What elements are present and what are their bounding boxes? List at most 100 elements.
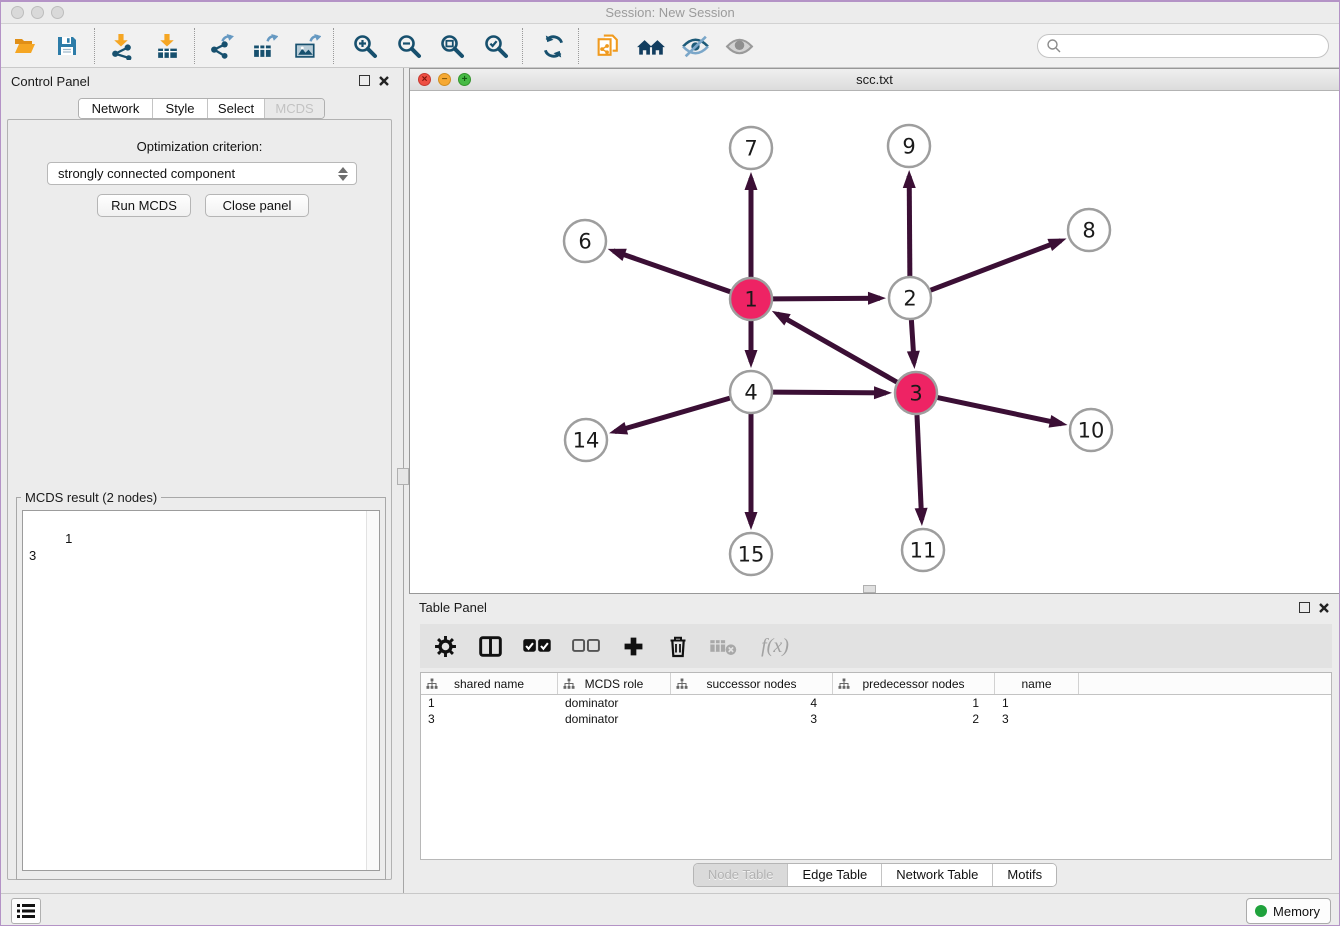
cell-successor-nodes[interactable]: 4	[671, 695, 833, 711]
edge-3-10[interactable]	[938, 398, 1062, 424]
column-label: shared name	[454, 677, 524, 691]
edge-2-8[interactable]	[931, 241, 1061, 291]
app-title: Session: New Session	[1, 2, 1339, 23]
cell-name[interactable]: 3	[995, 711, 1079, 727]
fx-label: f(x)	[761, 635, 789, 658]
clone-network-file-icon[interactable]	[588, 28, 628, 64]
column-header-shared-name[interactable]: shared name	[421, 673, 558, 694]
export-network-icon[interactable]	[201, 28, 241, 64]
cell-MCDS-role[interactable]: dominator	[558, 711, 671, 727]
tab-style[interactable]: Style	[152, 99, 207, 118]
network-window-titlebar[interactable]: × − + scc.txt	[410, 69, 1339, 91]
import-table-icon[interactable]	[147, 28, 187, 64]
delete-table-icon[interactable]	[708, 632, 738, 660]
edge-1-2[interactable]	[773, 298, 880, 299]
frame-minimize-icon[interactable]: −	[438, 73, 451, 86]
function-builder-icon[interactable]: f(x)	[753, 632, 797, 660]
table-panel: Table Panel	[409, 596, 1340, 893]
table-panel-tabs: Node TableEdge TableNetwork TableMotifs	[693, 863, 1057, 887]
select-all-checkboxes-icon[interactable]	[520, 632, 554, 660]
criterion-value: strongly connected component	[58, 166, 235, 181]
edge-2-9[interactable]	[909, 176, 910, 276]
node-label-10: 10	[1078, 419, 1105, 443]
zoom-fit-icon[interactable]	[432, 28, 472, 64]
mcds-result-legend: MCDS result (2 nodes)	[21, 490, 161, 505]
column-header-name[interactable]: name	[995, 673, 1079, 694]
column-label: MCDS role	[585, 677, 644, 691]
task-history-list-icon[interactable]	[11, 898, 41, 924]
float-table-panel-icon[interactable]	[1299, 602, 1310, 613]
close-panel-icon[interactable]	[378, 75, 390, 87]
edge-1-6[interactable]	[613, 251, 730, 292]
column-header-successor-nodes[interactable]: successor nodes	[671, 673, 833, 694]
control-panel-tabs: NetworkStyleSelectMCDS	[78, 98, 325, 119]
cell-shared-name[interactable]: 1	[421, 695, 558, 711]
show-all-eye-icon[interactable]	[719, 28, 759, 64]
cell-MCDS-role[interactable]: dominator	[558, 695, 671, 711]
open-session-icon[interactable]	[5, 28, 45, 64]
cell-name[interactable]: 1	[995, 695, 1079, 711]
hide-selected-eye-slash-icon[interactable]	[675, 28, 715, 64]
home-view-icon[interactable]	[631, 28, 671, 64]
app-titlebar: Session: New Session	[1, 2, 1339, 24]
deselect-all-checkboxes-icon[interactable]	[569, 632, 603, 660]
panel-splitter-handle[interactable]	[397, 468, 409, 485]
column-header-MCDS-role[interactable]: MCDS role	[558, 673, 671, 694]
window-close-icon[interactable]	[11, 6, 24, 19]
network-canvas[interactable]: 1234678910111415	[410, 91, 1339, 593]
network-graph[interactable]: 1234678910111415	[410, 91, 1339, 593]
edge-3-1[interactable]	[777, 314, 897, 382]
canvas-splitter-handle[interactable]	[863, 585, 876, 593]
add-column-icon[interactable]	[618, 632, 648, 660]
edge-2-3[interactable]	[911, 320, 914, 363]
close-table-panel-icon[interactable]	[1318, 602, 1330, 614]
table-row[interactable]: 1dominator411	[421, 695, 1331, 711]
window-minimize-icon[interactable]	[31, 6, 44, 19]
cell-predecessor-nodes[interactable]: 2	[833, 711, 995, 727]
tab-mcds[interactable]: MCDS	[264, 99, 324, 118]
zoom-out-icon[interactable]	[389, 28, 429, 64]
tab-edge-table[interactable]: Edge Table	[787, 864, 881, 886]
frame-close-icon[interactable]: ×	[418, 73, 431, 86]
export-image-icon[interactable]	[287, 28, 327, 64]
cell-successor-nodes[interactable]: 3	[671, 711, 833, 727]
node-table: shared name MCDS role successor nodesprede…	[420, 672, 1332, 860]
column-header-predecessor-nodes[interactable]: predecessor nodes	[833, 673, 995, 694]
import-network-icon[interactable]	[101, 28, 141, 64]
edge-4-14[interactable]	[615, 398, 730, 431]
tab-motifs[interactable]: Motifs	[992, 864, 1056, 886]
frame-maximize-icon[interactable]: +	[458, 73, 471, 86]
export-table-icon[interactable]	[244, 28, 284, 64]
tab-network[interactable]: Network	[79, 99, 152, 118]
float-panel-icon[interactable]	[359, 75, 370, 86]
main-toolbar	[1, 24, 1339, 68]
toolbar-separator	[578, 28, 579, 64]
zoom-in-icon[interactable]	[345, 28, 385, 64]
app-window: Session: New Session	[0, 0, 1340, 926]
cell-shared-name[interactable]: 3	[421, 711, 558, 727]
toolbar-separator	[94, 28, 95, 64]
close-panel-button[interactable]: Close panel	[205, 194, 309, 217]
edge-3-11[interactable]	[917, 415, 922, 520]
run-mcds-button[interactable]: Run MCDS	[97, 194, 191, 217]
memory-button[interactable]: Memory	[1246, 898, 1331, 924]
save-session-icon[interactable]	[47, 28, 87, 64]
settings-gear-icon[interactable]	[430, 632, 460, 660]
tab-select[interactable]: Select	[207, 99, 264, 118]
mcds-result-text[interactable]: 1 3	[22, 510, 380, 871]
table-row[interactable]: 3dominator323	[421, 711, 1331, 727]
tab-node-table[interactable]: Node Table	[694, 864, 788, 886]
search-box[interactable]	[1037, 34, 1329, 58]
search-input[interactable]	[1067, 39, 1328, 53]
mcds-tab-content: Optimization criterion: strongly connect…	[7, 119, 392, 880]
cell-predecessor-nodes[interactable]: 1	[833, 695, 995, 711]
show-column-panel-icon[interactable]	[475, 632, 505, 660]
tab-network-table[interactable]: Network Table	[881, 864, 992, 886]
criterion-select[interactable]: strongly connected component	[47, 162, 357, 185]
zoom-selected-icon[interactable]	[476, 28, 516, 64]
delete-column-trash-icon[interactable]	[663, 632, 693, 660]
window-zoom-icon[interactable]	[51, 6, 64, 19]
result-scrollbar[interactable]	[366, 511, 379, 870]
refresh-icon[interactable]	[533, 28, 573, 64]
edge-4-3[interactable]	[773, 392, 886, 393]
